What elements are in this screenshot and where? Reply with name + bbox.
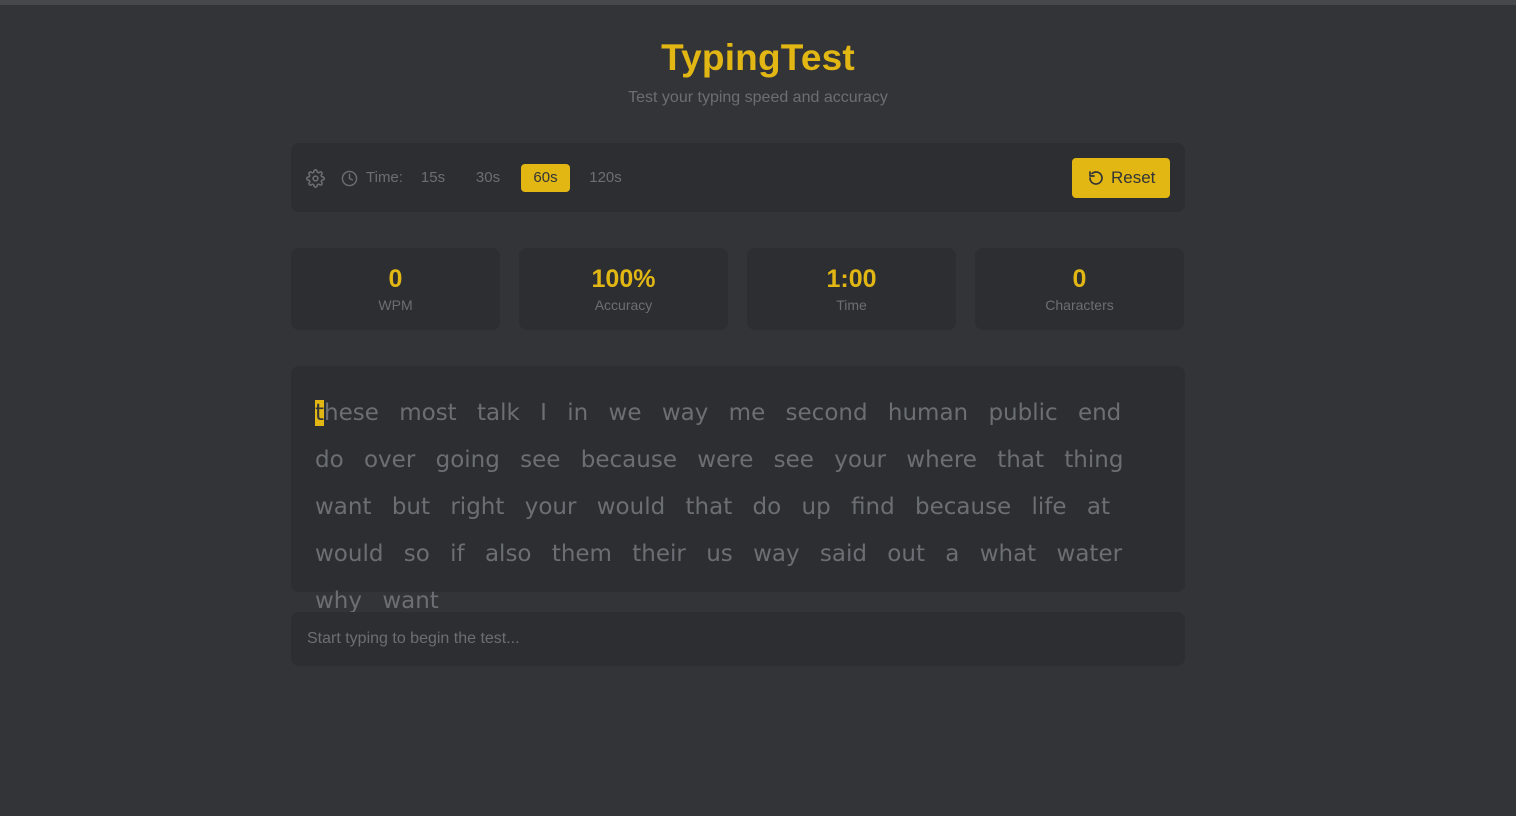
word: us <box>706 541 733 567</box>
stat-card-time: 1:00 Time <box>747 248 956 330</box>
word: so <box>403 541 430 567</box>
word: that <box>685 494 733 520</box>
word: me <box>728 400 766 426</box>
word: would <box>596 494 666 520</box>
word: human <box>887 400 969 426</box>
word: that <box>997 447 1044 473</box>
reset-label: Reset <box>1111 168 1156 187</box>
word: because <box>580 447 677 473</box>
word: their <box>632 541 686 567</box>
time-label: Time: <box>366 169 403 186</box>
time-stat-label: Time <box>836 297 867 313</box>
rotate-ccw-icon <box>1089 171 1103 185</box>
word: in <box>567 400 589 426</box>
word: where <box>906 447 977 473</box>
word: what <box>979 541 1037 567</box>
reset-button[interactable]: Reset <box>1072 158 1170 198</box>
word: why <box>315 588 362 614</box>
word: see <box>773 447 814 473</box>
word: if <box>450 541 465 567</box>
word: I <box>540 400 547 426</box>
caret-character: t <box>315 400 325 426</box>
time-option-30s[interactable]: 30s <box>467 164 509 192</box>
app-subtitle: Test your typing speed and accuracy <box>628 89 888 106</box>
accuracy-value: 100% <box>591 265 656 293</box>
word: a <box>945 541 960 567</box>
window-top-border <box>0 0 1516 5</box>
word: at <box>1086 494 1110 520</box>
word: said <box>819 541 867 567</box>
time-option-120s[interactable]: 120s <box>583 164 628 192</box>
accuracy-label: Accuracy <box>594 297 653 313</box>
time-value: 1:00 <box>826 265 877 293</box>
word: thing <box>1064 447 1124 473</box>
word: end <box>1077 400 1122 426</box>
app-root: TypingTest Test your typing speed and ac… <box>0 0 1516 816</box>
settings-toolbar: Time: 15s 30s 60s 120s Reset <box>291 143 1185 212</box>
characters-label: Characters <box>1045 297 1114 313</box>
word: going <box>435 447 500 473</box>
word: would <box>315 541 384 567</box>
word: second <box>785 400 868 426</box>
characters-value: 0 <box>1072 265 1087 293</box>
word: way <box>661 400 709 426</box>
word: out <box>887 541 925 567</box>
word: but <box>391 494 431 520</box>
word: over <box>363 447 416 473</box>
word: way <box>753 541 800 567</box>
stat-card-accuracy: 100% Accuracy <box>519 248 728 330</box>
word: them <box>551 541 612 567</box>
word: do <box>315 447 344 473</box>
typing-input-box <box>291 612 1185 666</box>
word: want <box>382 588 439 614</box>
time-option-15s[interactable]: 15s <box>413 164 453 192</box>
gear-icon[interactable] <box>306 169 325 188</box>
header: TypingTest Test your typing speed and ac… <box>0 36 1516 108</box>
word: talk <box>477 400 520 426</box>
word: do <box>752 494 782 520</box>
wpm-value: 0 <box>388 265 403 293</box>
word: right <box>450 494 505 520</box>
words-panel[interactable]: these most talk I in we way me second hu… <box>291 366 1185 614</box>
clock-icon <box>341 170 358 187</box>
stats-row: 0 WPM 100% Accuracy 1:00 Time 0 Characte… <box>291 248 1185 330</box>
stat-card-wpm: 0 WPM <box>291 248 500 330</box>
word: also <box>484 541 532 567</box>
word: want <box>315 494 372 520</box>
word: water <box>1056 541 1123 567</box>
word: we <box>608 400 642 426</box>
word: life <box>1031 494 1067 520</box>
word-current: these <box>315 400 379 426</box>
time-option-60s[interactable]: 60s <box>521 164 570 192</box>
word: your <box>524 494 577 520</box>
word-list: these most talk I in we way me second hu… <box>315 390 1161 625</box>
word: public <box>988 400 1058 426</box>
word: find <box>851 494 895 520</box>
typing-input[interactable] <box>291 612 1185 666</box>
word: because <box>915 494 1012 520</box>
stat-card-characters: 0 Characters <box>975 248 1184 330</box>
word: see <box>520 447 561 473</box>
wpm-label: WPM <box>378 297 413 313</box>
word: most <box>399 400 457 426</box>
word: were <box>697 447 754 473</box>
current-word-rest: hese <box>324 400 379 426</box>
word: your <box>834 447 886 473</box>
app-title: TypingTest <box>661 37 855 78</box>
word: up <box>801 494 831 520</box>
